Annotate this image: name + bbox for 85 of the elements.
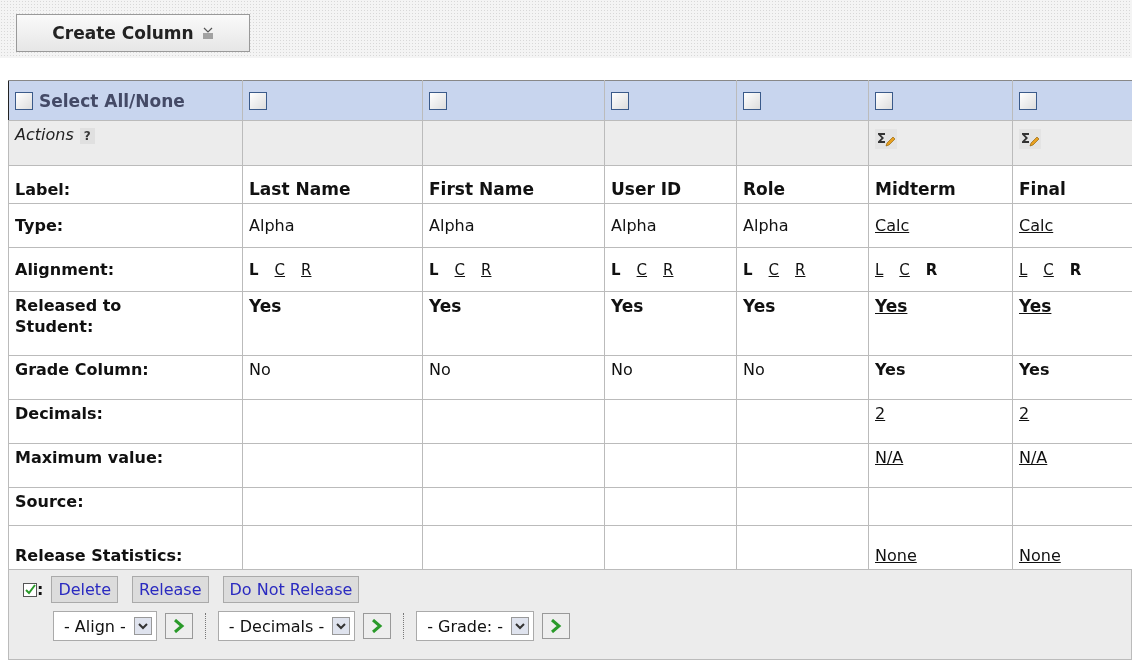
dropdown-select[interactable]: - Decimals - [217, 611, 356, 641]
type-link[interactable]: Calc [1019, 216, 1054, 235]
alignment-option: L [429, 261, 439, 279]
alignment-link[interactable]: C [1043, 261, 1054, 279]
column-label: First Name [429, 179, 534, 199]
row-label: Type: [15, 216, 64, 235]
type-value: Alpha [429, 216, 475, 235]
decimals-link[interactable]: 2 [875, 404, 886, 423]
column-label: Final [1019, 179, 1066, 199]
type-value: Alpha [249, 216, 295, 235]
action-button[interactable]: Do Not Release [222, 576, 360, 603]
statistics-link[interactable]: None [875, 546, 917, 565]
row-label: Decimals: [15, 404, 103, 423]
alignment-option: R [1069, 261, 1082, 279]
maximum-link[interactable]: N/A [875, 448, 904, 467]
grade-value: No [743, 360, 765, 379]
select-all-label: Select All/None [39, 90, 185, 111]
action-button[interactable]: Delete [51, 576, 118, 603]
alignment-link[interactable]: C [768, 261, 780, 279]
released-link[interactable]: Yes [1019, 296, 1052, 316]
type-link[interactable]: Calc [875, 216, 910, 235]
column-checkbox[interactable] [875, 92, 893, 111]
go-button[interactable] [363, 613, 392, 639]
grade-value: No [611, 360, 633, 379]
actions-label: Actions [15, 125, 74, 144]
released-value: Yes [743, 296, 776, 316]
column-checkbox[interactable] [1019, 92, 1037, 111]
row-label: Source: [15, 492, 84, 511]
dropdown-select[interactable]: - Align - [53, 611, 157, 641]
menu-caret-icon [201, 27, 214, 39]
chevron-right-icon [172, 619, 185, 633]
column-label: Role [743, 179, 786, 199]
grade-value: Yes [1019, 360, 1050, 379]
row-label: Release Statistics: [15, 546, 183, 565]
maximum-link[interactable]: N/A [1019, 448, 1048, 467]
column-label: User ID [611, 179, 682, 199]
checked-box-icon [23, 582, 37, 597]
column-checkbox[interactable] [743, 92, 761, 111]
alignment-link[interactable]: C [274, 261, 286, 279]
released-value: Yes [429, 296, 462, 316]
column-checkbox[interactable] [429, 92, 447, 111]
alignment-option: L [611, 261, 621, 279]
alignment-link[interactable]: C [636, 261, 648, 279]
action-button[interactable]: Release [132, 576, 209, 603]
grade-value: No [249, 360, 271, 379]
column-label: Midterm [875, 179, 956, 199]
row-label: Released to Student: [15, 296, 123, 338]
type-value: Alpha [743, 216, 789, 235]
released-link[interactable]: Yes [875, 296, 908, 316]
row-label: Label: [15, 180, 71, 199]
alignment-link[interactable]: C [454, 261, 466, 279]
chevron-right-icon [371, 619, 384, 633]
column-checkbox[interactable] [611, 92, 629, 111]
column-label: Last Name [249, 179, 351, 199]
go-button[interactable] [542, 613, 571, 639]
statistics-link[interactable]: None [1019, 546, 1061, 565]
alignment-link[interactable]: R [481, 261, 492, 279]
row-label: Alignment: [15, 260, 115, 279]
released-value: Yes [249, 296, 282, 316]
type-value: Alpha [611, 216, 657, 235]
chevron-right-icon [550, 619, 563, 633]
row-label: Grade Column: [15, 360, 149, 379]
grade-value: No [429, 360, 451, 379]
alignment-link[interactable]: R [301, 261, 312, 279]
column-checkbox[interactable] [249, 92, 267, 111]
create-column-button[interactable]: Create Column [16, 14, 250, 52]
decimals-link[interactable]: 2 [1019, 404, 1030, 423]
colon-text: : [37, 580, 44, 599]
select-all-checkbox[interactable] [15, 91, 33, 110]
alignment-option: L [249, 261, 259, 279]
released-value: Yes [611, 296, 644, 316]
grade-value: Yes [875, 360, 906, 379]
alignment-option: R [925, 261, 938, 279]
row-label: Maximum value: [15, 448, 164, 467]
dropdown-select[interactable]: - Grade: - [416, 611, 535, 641]
alignment-option: L [743, 261, 753, 279]
sigma-pencil-icon[interactable] [875, 129, 897, 149]
alignment-link[interactable]: R [795, 261, 806, 279]
go-button[interactable] [164, 613, 193, 639]
alignment-link[interactable]: L [875, 261, 884, 279]
sigma-pencil-icon[interactable] [1019, 129, 1041, 149]
alignment-link[interactable]: L [1019, 261, 1028, 279]
alignment-link[interactable]: R [663, 261, 674, 279]
help-button[interactable]: ? [79, 128, 95, 144]
alignment-link[interactable]: C [899, 261, 910, 279]
